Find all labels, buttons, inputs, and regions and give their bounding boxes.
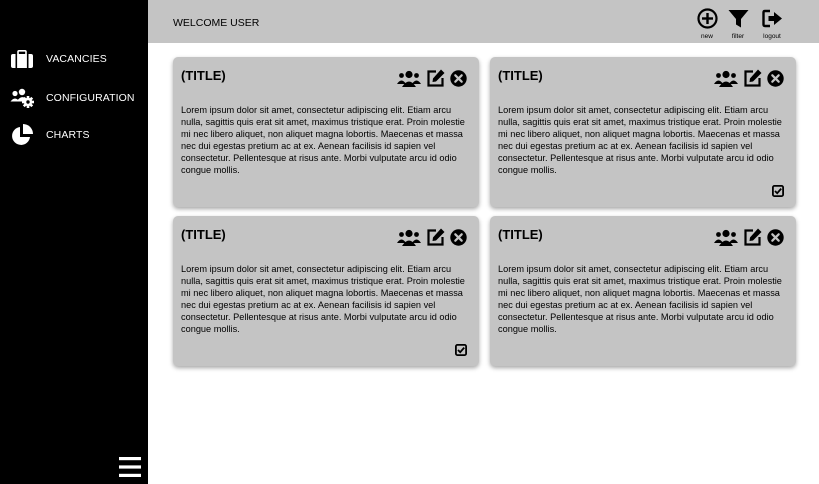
filter-icon bbox=[728, 8, 749, 34]
card-title: (TITLE) bbox=[181, 68, 226, 83]
close-circle-icon[interactable] bbox=[767, 229, 784, 246]
pie-chart-icon bbox=[10, 124, 34, 145]
sidebar-item-charts[interactable]: CHARTS bbox=[10, 124, 90, 145]
logout-label: logout bbox=[763, 33, 781, 40]
edit-icon[interactable] bbox=[743, 228, 762, 247]
users-gear-icon bbox=[10, 88, 34, 108]
edit-icon[interactable] bbox=[743, 69, 762, 88]
card-actions bbox=[709, 228, 784, 247]
card-title: (TITLE) bbox=[181, 227, 226, 242]
card-body: Lorem ipsum dolor sit amet, consectetur … bbox=[181, 264, 465, 334]
team-icon[interactable] bbox=[714, 70, 738, 87]
vacancy-card[interactable]: (TITLE) Lorem ipsum dolor sit amet, cons… bbox=[490, 216, 796, 366]
welcome-text: WELCOME USER bbox=[173, 17, 260, 29]
plus-circle-icon bbox=[696, 8, 718, 34]
close-circle-icon[interactable] bbox=[450, 70, 467, 87]
sidebar-item-label: CONFIGURATION bbox=[46, 92, 135, 104]
filter-button[interactable]: filter bbox=[723, 8, 753, 40]
checkbox-checked-icon[interactable] bbox=[772, 185, 784, 197]
card-body: Lorem ipsum dolor sit amet, consectetur … bbox=[498, 105, 782, 175]
briefcase-icon bbox=[10, 49, 34, 69]
top-bar: WELCOME USER new filter logout bbox=[148, 0, 819, 43]
new-label: new bbox=[701, 33, 713, 40]
close-circle-icon[interactable] bbox=[767, 70, 784, 87]
sidebar: VACANCIES CONFIGURATION CHARTS bbox=[0, 0, 148, 484]
sidebar-item-label: CHARTS bbox=[46, 129, 90, 141]
vacancy-card[interactable]: (TITLE) Lorem ipsum dolor sit amet, cons… bbox=[173, 216, 479, 366]
edit-icon[interactable] bbox=[426, 69, 445, 88]
sidebar-item-vacancies[interactable]: VACANCIES bbox=[10, 49, 107, 69]
filter-label: filter bbox=[731, 33, 745, 40]
hamburger-menu-icon[interactable] bbox=[119, 456, 141, 478]
logout-button[interactable]: logout bbox=[757, 8, 787, 40]
team-icon[interactable] bbox=[397, 229, 421, 246]
vacancy-card[interactable]: (TITLE) Lorem ipsum dolor sit amet, cons… bbox=[173, 57, 479, 207]
logout-icon bbox=[761, 8, 783, 34]
sidebar-item-configuration[interactable]: CONFIGURATION bbox=[10, 88, 135, 108]
card-actions bbox=[709, 69, 784, 88]
team-icon[interactable] bbox=[714, 229, 738, 246]
card-body: Lorem ipsum dolor sit amet, consectetur … bbox=[498, 264, 782, 334]
card-title: (TITLE) bbox=[498, 227, 543, 242]
card-title: (TITLE) bbox=[498, 68, 543, 83]
card-body: Lorem ipsum dolor sit amet, consectetur … bbox=[181, 105, 465, 175]
vacancy-card[interactable]: (TITLE) Lorem ipsum dolor sit amet, cons… bbox=[490, 57, 796, 207]
team-icon[interactable] bbox=[397, 70, 421, 87]
checkbox-checked-icon[interactable] bbox=[455, 344, 467, 356]
edit-icon[interactable] bbox=[426, 228, 445, 247]
sidebar-item-label: VACANCIES bbox=[46, 53, 107, 65]
card-actions bbox=[392, 69, 467, 88]
card-actions bbox=[392, 228, 467, 247]
new-button[interactable]: new bbox=[692, 8, 722, 40]
close-circle-icon[interactable] bbox=[450, 229, 467, 246]
